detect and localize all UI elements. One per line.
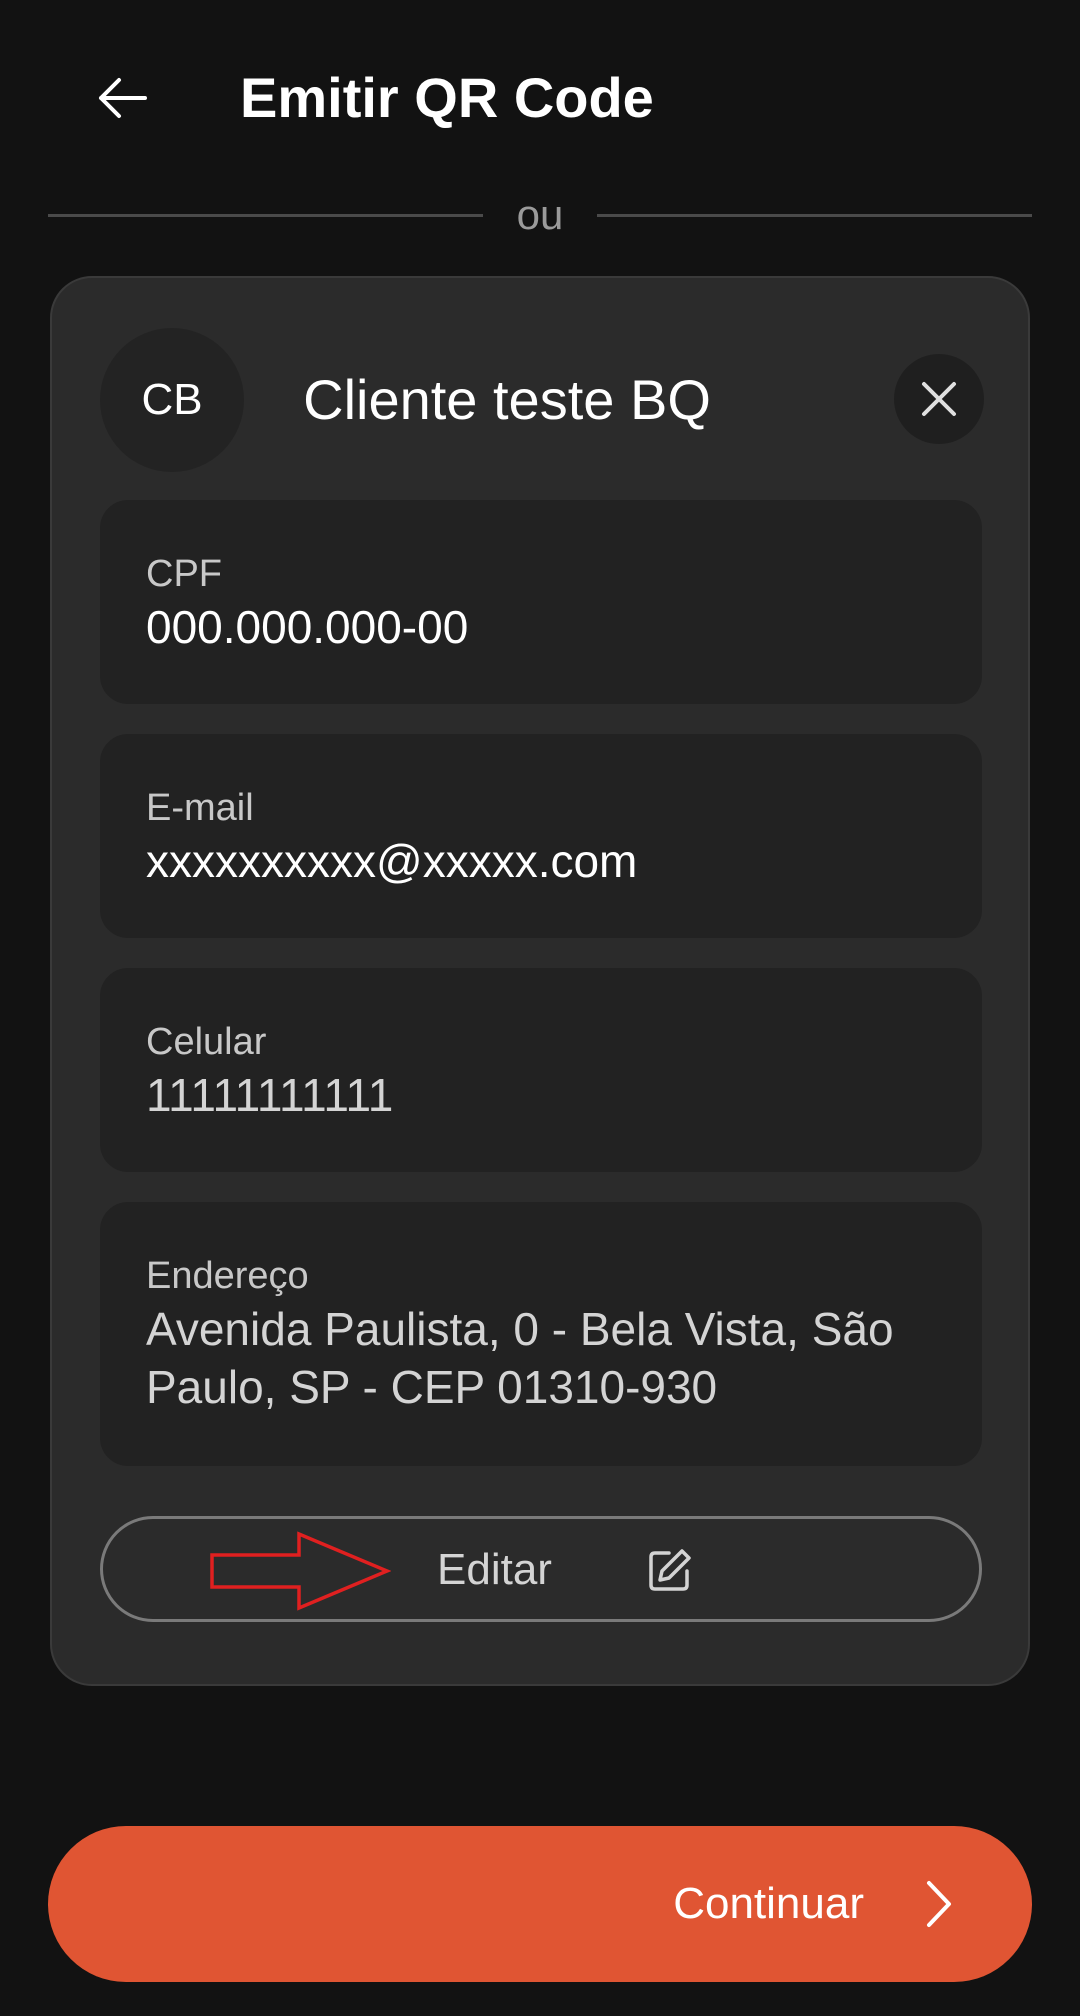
back-button[interactable] [88, 68, 156, 128]
address-label: Endereço [146, 1255, 309, 1297]
cpf-label: CPF [146, 553, 222, 595]
header: Emitir QR Code [0, 0, 1080, 200]
red-arrow-annotation [210, 1531, 391, 1611]
phone-label: Celular [146, 1021, 267, 1063]
continue-button[interactable]: Continuar [48, 1826, 1032, 1982]
phone-field: Celular 11111111111 [100, 968, 982, 1172]
address-value-line1: Avenida Paulista, 0 - Bela Vista, São [146, 1303, 894, 1355]
edit-label: Editar [437, 1545, 552, 1594]
address-field: Endereço Avenida Paulista, 0 - Bela Vist… [100, 1202, 982, 1466]
email-value: xxxxxxxxxx@xxxxx.com [146, 835, 638, 887]
continue-label: Continuar [673, 1879, 864, 1928]
avatar: CB [100, 328, 244, 472]
email-field: E-mail xxxxxxxxxx@xxxxx.com [100, 734, 982, 938]
divider-line-left [48, 213, 483, 217]
chevron-right-icon [927, 1881, 951, 1927]
edit-button[interactable]: Editar [100, 1516, 982, 1622]
arrow-left-icon [99, 78, 147, 118]
edit-icon [649, 1549, 691, 1591]
cpf-value: 000.000.000-00 [146, 601, 469, 653]
client-name: Cliente teste BQ [303, 368, 711, 431]
divider-line-right [597, 213, 1032, 217]
address-value-line2: Paulo, SP - CEP 01310-930 [146, 1361, 718, 1413]
phone-value: 11111111111 [146, 1069, 394, 1121]
page-title: Emitir QR Code [240, 66, 654, 129]
cpf-field: CPF 000.000.000-00 [100, 500, 982, 704]
or-divider: ou [48, 190, 1032, 240]
client-card: CB Cliente teste BQ CPF 000.000.000-00 E… [50, 276, 1030, 1686]
close-button[interactable] [894, 354, 984, 444]
email-label: E-mail [146, 787, 254, 829]
divider-text: ou [516, 191, 564, 238]
close-icon [922, 382, 956, 416]
